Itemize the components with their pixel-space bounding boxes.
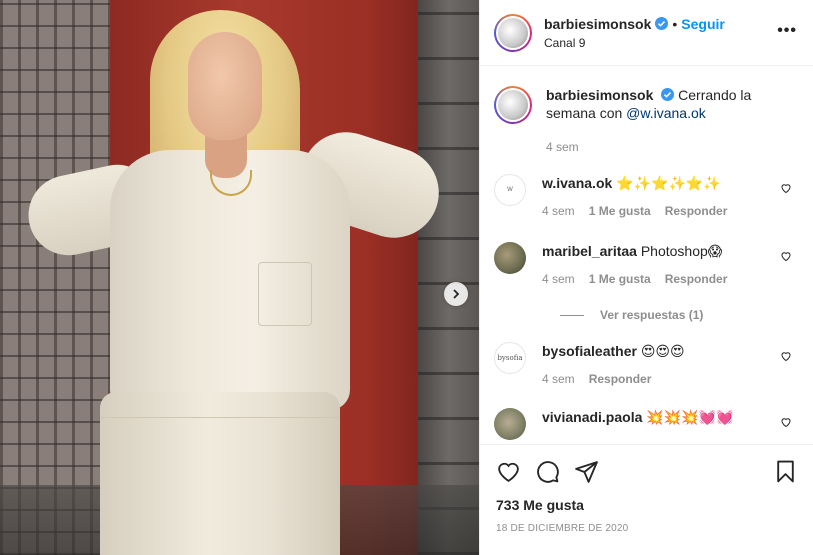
comment-item: bysofia bysofialeather 😍😍😍 4 sem Responde… [494, 342, 800, 388]
comment-text: Photoshop😱 [640, 243, 723, 259]
commenter-avatar[interactable]: W [494, 174, 526, 206]
separator-dot: • [672, 15, 678, 32]
view-replies-button[interactable]: Ver respuestas (1) [560, 308, 800, 322]
next-photo-button[interactable] [444, 282, 468, 306]
comment-username[interactable]: w.ivana.ok [542, 175, 612, 191]
replies-divider [560, 314, 584, 316]
post-header: barbiesimonsok • Seguir Canal 9 ••• [480, 0, 813, 66]
comment-likes[interactable]: 1 Me gusta [589, 270, 651, 288]
commenter-avatar[interactable] [494, 242, 526, 274]
comment-username[interactable]: vivianadi.paola [542, 409, 642, 425]
comment-item: maribel_aritaa Photoshop😱 4 sem 1 Me gust… [494, 242, 800, 288]
comment-bubble-icon[interactable] [535, 459, 560, 484]
avatar [498, 90, 528, 120]
shirt-pocket [258, 262, 312, 326]
heart-icon[interactable] [780, 416, 792, 428]
story-ring-avatar[interactable] [494, 13, 532, 52]
heart-icon[interactable] [780, 250, 792, 262]
caption-avatar[interactable] [494, 86, 532, 124]
heart-icon[interactable] [780, 350, 792, 362]
post-date[interactable]: 18 DE DICIEMBRE DE 2020 [496, 523, 798, 534]
location-label[interactable]: Canal 9 [544, 36, 725, 50]
reply-button[interactable]: Responder [589, 370, 652, 388]
like-heart-icon[interactable] [496, 459, 521, 484]
comment-time[interactable]: 4 sem [542, 370, 575, 388]
comment-username[interactable]: maribel_aritaa [542, 243, 637, 259]
comment-item: vivianadi.paola 💥💥💥💓💓 [494, 408, 800, 440]
likes-count[interactable]: 733 Me gusta [496, 497, 798, 513]
post-side-panel: barbiesimonsok • Seguir Canal 9 ••• barb… [479, 0, 813, 555]
comment-text: ⭐✨⭐✨⭐✨ [616, 175, 721, 191]
verified-badge-icon [655, 17, 669, 30]
commenter-avatar[interactable] [494, 408, 526, 440]
comment-text: 💥💥💥💓💓 [646, 409, 734, 425]
face [188, 32, 262, 140]
comment-text: 😍😍😍 [640, 343, 685, 359]
avatar-logo-text: W [507, 187, 513, 193]
author-username[interactable]: barbiesimonsok [544, 16, 651, 32]
comment-time[interactable]: 4 sem [542, 270, 575, 288]
post-actions: 733 Me gusta 18 DE DICIEMBRE DE 2020 [480, 444, 813, 534]
share-send-icon[interactable] [574, 459, 599, 484]
comment-item: W w.ivana.ok ⭐✨⭐✨⭐✨ 4 sem 1 Me gusta Respo… [494, 174, 800, 220]
comment-likes[interactable]: 1 Me gusta [589, 202, 651, 220]
caption-username[interactable]: barbiesimonsok [546, 87, 653, 103]
caption-time[interactable]: 4 sem [546, 138, 579, 156]
verified-badge-icon [661, 88, 675, 101]
chevron-right-icon [453, 289, 460, 299]
follow-button[interactable]: Seguir [681, 16, 725, 32]
woman-figure [0, 0, 479, 555]
more-options-button[interactable]: ••• [777, 23, 797, 39]
comments-list[interactable]: barbiesimonsok Cerrando la semana con @w… [480, 66, 813, 444]
avatar-logo-text: bysofia [497, 354, 523, 362]
reply-button[interactable]: Responder [665, 270, 728, 288]
view-replies-label: Ver respuestas (1) [600, 308, 704, 322]
commenter-avatar[interactable]: bysofia [494, 342, 526, 374]
caption-mention[interactable]: @w.ivana.ok [626, 105, 706, 121]
heart-icon[interactable] [780, 182, 792, 194]
post-photo[interactable] [0, 0, 479, 555]
avatar [498, 17, 528, 48]
reply-button[interactable]: Responder [665, 202, 728, 220]
comment-time[interactable]: 4 sem [542, 202, 575, 220]
caption: barbiesimonsok Cerrando la semana con @w… [494, 86, 800, 156]
bookmark-icon[interactable] [773, 459, 798, 484]
waistband [100, 392, 340, 418]
comment-username[interactable]: bysofialeather [542, 343, 637, 359]
